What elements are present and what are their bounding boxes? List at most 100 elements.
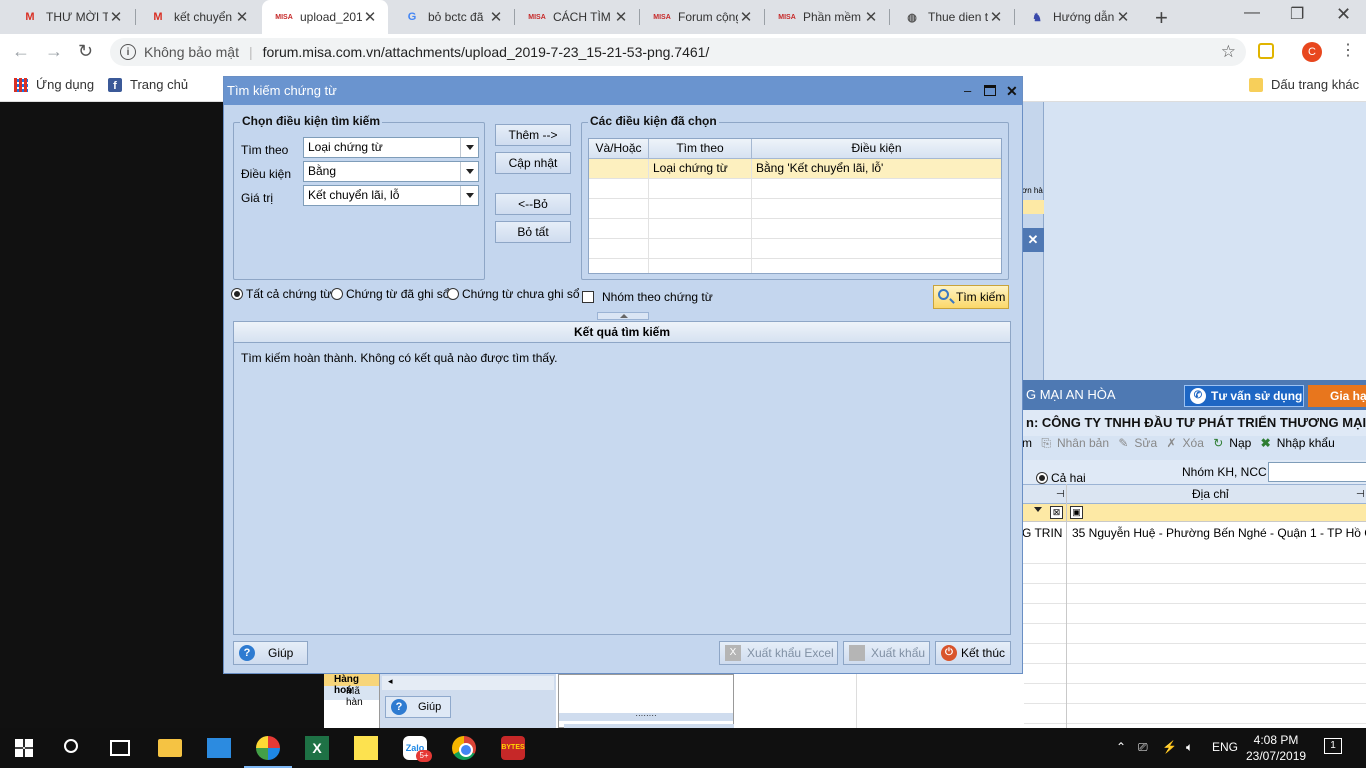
bookmark-star-icon[interactable]: ☆: [1221, 42, 1236, 62]
table-row[interactable]: [589, 179, 1001, 199]
language-indicator[interactable]: ENG: [1212, 740, 1238, 754]
duplicate-button[interactable]: Nhân bản: [1057, 436, 1109, 450]
renew-button[interactable]: Gia hạ: [1308, 385, 1366, 407]
windows-start-icon[interactable]: [15, 739, 33, 757]
browser-tab[interactable]: MISA Forum cộng ✕: [640, 0, 764, 34]
volume-icon[interactable]: 🔈︎: [1186, 740, 1193, 755]
browser-tab[interactable]: ◍ Thue dien t ✕: [890, 0, 1014, 34]
back-arrow-icon[interactable]: ←: [12, 41, 30, 62]
connection-icon[interactable]: ⚡: [1162, 740, 1177, 754]
misa-app-icon[interactable]: [244, 728, 292, 768]
restore-window-icon[interactable]: ❐: [1290, 4, 1304, 24]
group-input[interactable]: [1268, 462, 1366, 482]
import-button[interactable]: Nhập khẩu: [1277, 436, 1335, 450]
network-icon[interactable]: ⎚: [1138, 740, 1148, 755]
close-tab-icon[interactable]: ✕: [613, 8, 629, 26]
search-by-select[interactable]: Loại chứng từ: [303, 137, 479, 158]
close-tab-icon[interactable]: ✕: [362, 8, 378, 26]
browser-tab-active[interactable]: MISA upload_201 ✕: [262, 0, 388, 34]
help-button[interactable]: ? Giúp: [233, 641, 308, 665]
filter-icon[interactable]: ▣: [1070, 506, 1083, 519]
browser-tab[interactable]: MISA Phần mềm ✕: [765, 0, 889, 34]
reload-icon[interactable]: ↻: [78, 41, 93, 62]
pin-icon[interactable]: ⊣: [1056, 485, 1065, 504]
notification-icon[interactable]: 1: [1324, 738, 1342, 754]
close-tab-icon[interactable]: ✕: [988, 8, 1004, 26]
delete-button[interactable]: Xóa: [1183, 436, 1204, 450]
browser-tab[interactable]: ♞ Hướng dẫn ✕: [1015, 0, 1141, 34]
browser-tab[interactable]: M THƯ MỜI T ✕: [8, 0, 134, 34]
app-icon[interactable]: BYTES: [501, 736, 525, 760]
column-search-by[interactable]: Tìm theo: [649, 139, 752, 159]
bookmark-apps[interactable]: Ứng dụng: [14, 77, 94, 92]
close-tab-icon[interactable]: ✕: [108, 8, 124, 26]
filter-clear-icon[interactable]: ⊠: [1050, 506, 1063, 519]
search-icon[interactable]: [64, 739, 78, 753]
close-tab-icon[interactable]: ✕: [863, 8, 879, 26]
group-by-voucher-checkbox[interactable]: Nhóm theo chứng từ: [582, 290, 713, 304]
task-view-icon[interactable]: [110, 740, 130, 756]
value-select[interactable]: Kết chuyển lãi, lỗ: [303, 185, 479, 206]
chrome-icon[interactable]: [452, 736, 476, 760]
all-vouchers-radio[interactable]: Tất cả chứng từ: [231, 287, 331, 301]
remove-button[interactable]: <--Bỏ: [495, 193, 571, 215]
table-row[interactable]: Loại chứng từ Bằng 'Kết chuyển lãi, lỗ': [589, 159, 1001, 179]
remove-all-button[interactable]: Bỏ tất: [495, 221, 571, 243]
table-row[interactable]: G TRIN 35 Nguyễn Huệ - Phường Bến Nghé -…: [1022, 522, 1366, 544]
chevron-down-icon[interactable]: [460, 162, 478, 181]
new-tab-icon[interactable]: +: [1155, 5, 1168, 31]
file-explorer-icon[interactable]: [158, 739, 182, 757]
chevron-up-icon[interactable]: ⌃: [1116, 740, 1126, 754]
browser-tab[interactable]: M kết chuyển ✕: [136, 0, 260, 34]
toolbar-partial-item[interactable]: m: [1022, 436, 1032, 450]
close-tab-icon[interactable]: ✕: [488, 8, 504, 26]
dropdown-arrow-icon[interactable]: [1034, 507, 1042, 512]
edit-button[interactable]: Sửa: [1134, 436, 1157, 450]
reload-button[interactable]: Nạp: [1229, 436, 1251, 450]
chevron-down-icon[interactable]: [460, 186, 478, 205]
posted-vouchers-radio[interactable]: Chứng từ đã ghi sổ: [331, 287, 449, 301]
forward-arrow-icon[interactable]: →: [45, 41, 63, 62]
finish-button[interactable]: ⏻ Kết thúc: [935, 641, 1011, 665]
clock[interactable]: 4:08 PM 23/07/2019: [1246, 732, 1306, 764]
minimize-window-icon[interactable]: —: [1244, 4, 1260, 22]
bookmark-home[interactable]: f Trang chủ: [108, 77, 188, 92]
menu-dots-icon[interactable]: ⋮: [1340, 40, 1356, 60]
scrollbar[interactable]: ◂: [382, 676, 554, 690]
chevron-down-icon[interactable]: [460, 138, 478, 157]
splitter-dots[interactable]: ········: [559, 712, 733, 721]
excel-icon[interactable]: X: [305, 736, 329, 760]
close-panel-icon[interactable]: ✕: [1022, 228, 1044, 252]
browser-tab[interactable]: MISA CÁCH TÌM L ✕: [515, 0, 639, 34]
table-row[interactable]: [589, 239, 1001, 259]
help-button-bg[interactable]: ? Giúp: [385, 696, 451, 718]
support-button[interactable]: ✆ Tư vấn sử dụng: [1184, 385, 1304, 407]
add-button[interactable]: Thêm -->: [495, 124, 571, 146]
close-tab-icon[interactable]: ✕: [738, 8, 754, 26]
close-window-icon[interactable]: ✕: [1336, 4, 1351, 25]
info-icon[interactable]: i: [120, 44, 136, 60]
table-row[interactable]: [589, 199, 1001, 219]
table-row[interactable]: [589, 259, 1001, 273]
close-tab-icon[interactable]: ✕: [234, 8, 250, 26]
unposted-vouchers-radio[interactable]: Chứng từ chưa ghi sổ: [447, 287, 580, 301]
condition-select[interactable]: Bằng: [303, 161, 479, 182]
pin-icon[interactable]: ⊣: [1356, 485, 1365, 504]
close-icon[interactable]: ✕: [1006, 77, 1018, 105]
update-button[interactable]: Cập nhật: [495, 152, 571, 174]
maximize-icon[interactable]: [984, 85, 996, 96]
column-condition[interactable]: Điều kiện: [752, 139, 1001, 159]
search-button[interactable]: Tìm kiếm: [933, 285, 1009, 309]
browser-tab[interactable]: G bỏ bctc đã ✕: [390, 0, 514, 34]
minimize-icon[interactable]: –: [964, 77, 971, 105]
url-text[interactable]: forum.misa.com.vn/attachments/upload_201…: [263, 44, 710, 60]
sticky-notes-icon[interactable]: [354, 736, 378, 760]
profile-avatar[interactable]: C: [1302, 42, 1322, 62]
bookmark-other[interactable]: Dấu trang khác: [1249, 77, 1359, 92]
collapse-splitter[interactable]: [597, 312, 649, 320]
export-button[interactable]: Xuất khẩu: [843, 641, 930, 665]
table-row[interactable]: [589, 219, 1001, 239]
export-excel-button[interactable]: X Xuất khẩu Excel: [719, 641, 838, 665]
close-tab-icon[interactable]: ✕: [1115, 8, 1131, 26]
extension-icon[interactable]: [1258, 43, 1274, 59]
